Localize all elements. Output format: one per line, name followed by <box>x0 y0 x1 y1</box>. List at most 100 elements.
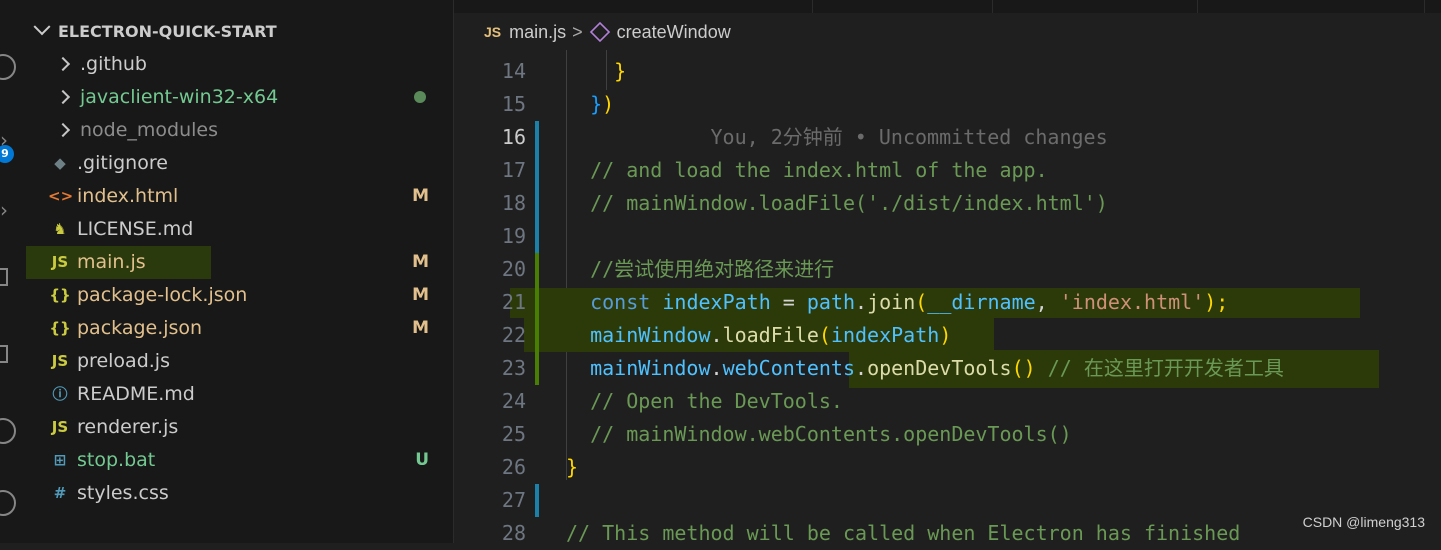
explorer-panel: ELECTRON-QUICK-START .github javaclient-w… <box>26 0 454 543</box>
code-token: } <box>614 59 627 83</box>
json-icon: {} <box>49 285 71 304</box>
git-status-badge: M <box>412 185 429 206</box>
code-token: . <box>710 323 723 347</box>
js-file-icon: JS <box>484 24 502 40</box>
line-number: 18 <box>501 191 526 215</box>
line-number: 15 <box>501 92 526 116</box>
code-token: // mainWindow.loadFile('./dist/index.htm… <box>566 191 1108 215</box>
code-token: path <box>806 290 856 314</box>
line-number: 19 <box>501 224 526 248</box>
code-token: const <box>590 290 651 314</box>
code-text: // This method will be called when Elect… <box>566 517 1240 550</box>
code-token: ); <box>1204 290 1229 314</box>
gutter-added-marker[interactable] <box>535 253 539 286</box>
file-tree-label: index.html <box>77 184 179 207</box>
code-text: } <box>566 55 626 88</box>
code-line: 19 <box>454 220 1441 253</box>
extensions-icon[interactable] <box>0 268 8 286</box>
gutter-modified-marker[interactable] <box>535 220 539 253</box>
file-item[interactable]: ⓘ README.md <box>26 377 453 410</box>
code-line: 27 <box>454 484 1441 517</box>
code-line: 16 You, 2分钟前 • Uncommitted changes <box>454 121 1441 154</box>
breadcrumb-file[interactable]: main.js <box>509 22 566 43</box>
gutter-modified-marker[interactable] <box>535 484 539 517</box>
gutter-added-marker[interactable] <box>535 319 539 352</box>
code-text: You, 2分钟前 • Uncommitted changes <box>566 121 1108 154</box>
code-token: . <box>855 356 868 380</box>
code-text: const indexPath = path.join(__dirname, '… <box>566 286 1228 319</box>
line-number: 27 <box>501 488 526 512</box>
breadcrumb-separator: > <box>572 21 583 42</box>
line-number: 22 <box>501 323 526 347</box>
code-token: loadFile <box>722 323 819 347</box>
folder-item[interactable]: javaclient-win32-x64 <box>26 80 453 113</box>
line-number: 26 <box>501 455 526 479</box>
code-token: //尝试使用绝对路径来进行 <box>566 257 835 281</box>
file-item[interactable]: ♞ LICENSE.md <box>26 212 453 245</box>
git-icon: ◆ <box>54 153 66 172</box>
gutter-modified-marker[interactable] <box>535 187 539 220</box>
gutter-added-marker[interactable] <box>535 286 539 319</box>
run-debug-icon[interactable]: › <box>0 200 8 220</box>
file-item[interactable]: JS renderer.js <box>26 410 453 443</box>
search-icon[interactable] <box>0 54 16 80</box>
code-line: 22 mainWindow.loadFile(indexPath) <box>454 319 1441 352</box>
file-item[interactable]: ⊞ stop.bat U <box>26 443 453 476</box>
file-tree-label: .github <box>80 52 147 75</box>
file-tree-label: LICENSE.md <box>77 217 194 240</box>
json-icon: {} <box>49 318 71 337</box>
code-token: . <box>855 290 868 314</box>
explorer-root-header[interactable]: ELECTRON-QUICK-START <box>26 16 277 46</box>
code-token: } <box>566 455 579 479</box>
chevron-right-icon <box>55 122 71 137</box>
gutter-modified-marker[interactable] <box>535 154 539 187</box>
js-icon: JS <box>51 417 69 436</box>
file-item[interactable]: {} package-lock.json M <box>26 278 453 311</box>
file-item[interactable]: ◆ .gitignore <box>26 146 453 179</box>
folder-item[interactable]: .github <box>26 47 453 80</box>
git-status-badge: M <box>412 251 429 272</box>
file-item[interactable]: JS preload.js <box>26 344 453 377</box>
gutter-added-marker[interactable] <box>535 352 539 385</box>
file-tree-label: README.md <box>77 382 195 405</box>
html-icon: <> <box>48 186 74 205</box>
code-text: mainWindow.webContents.openDevTools() //… <box>566 352 1284 385</box>
code-text: } <box>566 451 578 484</box>
code-token: // and load the index.html of the app. <box>566 158 1048 182</box>
code-text: mainWindow.loadFile(indexPath) <box>566 319 951 352</box>
code-line: 28 // This method will be called when Ele… <box>454 517 1441 550</box>
code-line: 14 } <box>454 55 1441 88</box>
code-token: indexPath <box>830 323 940 347</box>
accounts-icon[interactable] <box>0 418 16 444</box>
folder-item[interactable]: node_modules <box>26 113 453 146</box>
code-token: () <box>1011 356 1036 380</box>
file-item[interactable]: <> index.html M <box>26 179 453 212</box>
code-token: mainWindow <box>590 323 711 347</box>
code-line: 24 // Open the DevTools. <box>454 385 1441 418</box>
file-item[interactable]: JS main.js M <box>26 245 453 278</box>
code-text: //尝试使用绝对路径来进行 <box>566 253 834 286</box>
code-text: // Open the DevTools. <box>566 385 843 418</box>
code-token: You, 2分钟前 • Uncommitted changes <box>566 125 1108 149</box>
code-text: }) <box>566 88 614 121</box>
file-tree-label: main.js <box>77 250 146 273</box>
code-line: 18 // mainWindow.loadFile('./dist/index.… <box>454 187 1441 220</box>
code-token: // 在这里打开开发者工具 <box>1035 356 1284 380</box>
watermark: CSDN @limeng313 <box>1302 514 1425 530</box>
file-item[interactable]: {} package.json M <box>26 311 453 344</box>
code-token: // mainWindow.webContents.openDevTools() <box>566 422 1072 446</box>
editor-area: JS main.js > createWindow 14 } 15 }) 16 Yo… <box>454 0 1441 545</box>
remote-explorer-icon[interactable] <box>0 345 8 363</box>
line-number: 16 <box>501 125 526 149</box>
code-token: openDevTools <box>867 356 1012 380</box>
file-item[interactable]: # styles.css <box>26 476 453 509</box>
code-line: 26} <box>454 451 1441 484</box>
settings-gear-icon[interactable] <box>0 490 16 516</box>
gutter-modified-marker[interactable] <box>535 121 539 154</box>
info-icon: ⓘ <box>52 385 68 403</box>
file-tree-label: preload.js <box>77 349 170 372</box>
